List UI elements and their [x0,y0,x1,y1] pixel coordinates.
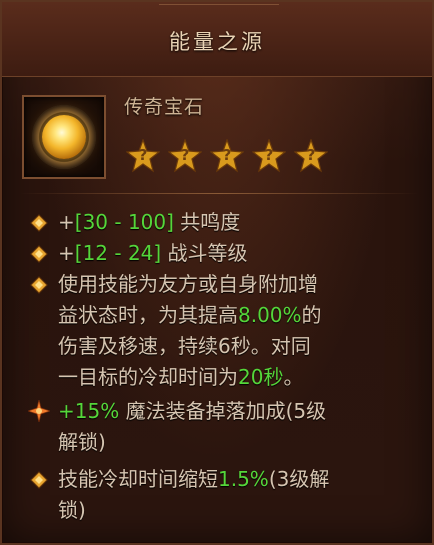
property-combat-rating: +[12 - 24] 战斗等级 [58,238,248,269]
effect-value: 20秒 [238,365,284,389]
gem-tooltip: 能量之源 传奇宝石 ? ? ? ? ? +[30 - 100] 共鸣度 +[12… [0,0,434,545]
unlock-value: +15% [58,399,120,423]
rank-star-icon: ? [251,138,287,173]
effect-line-2: 益状态时，为其提高8.00%的 [58,300,322,331]
effect-text: 。 [283,365,304,389]
unlock-magic-find-cont: 解锁) [58,430,106,454]
diamond-bullet-icon [30,276,48,294]
effect-value: 8.00% [238,303,302,327]
diamond-bullet-icon [30,471,48,489]
property-value: [30 - 100] [74,210,174,234]
item-icon-frame [22,95,106,179]
rank-star-icon: ? [293,138,329,173]
section-divider [20,193,418,194]
rank-star-icon: ? [209,138,245,173]
effect-line-3: 伤害及移速，持续6秒。对同 [58,334,311,358]
rank-star-icon: ? [125,138,161,173]
property-label: 共鸣度 [173,210,241,234]
unlock-text: (3级解 [268,467,330,491]
rank-star-icon: ? [167,138,203,173]
effect-text: 的 [301,303,322,327]
gem-glow [42,115,86,159]
header-ornament [159,4,279,15]
unlock-text: 魔法装备掉落加成(5级 [119,399,327,423]
property-prefix: + [58,241,75,265]
property-prefix: + [58,210,75,234]
item-type: 传奇宝石 [124,96,205,118]
unlock-value: 1.5% [218,467,269,491]
effect-line-4: 一目标的冷却时间为20秒。 [58,362,303,393]
effect-line-1: 使用技能为友方或自身附加增 [58,272,318,296]
item-title: 能量之源 [169,30,265,54]
diamond-bullet-icon [30,245,48,263]
unlock-cooldown-cont: 锁) [58,498,86,522]
property-label: 战斗等级 [161,241,248,265]
effect-text: 益状态时，为其提高 [58,303,238,327]
property-resonance: +[30 - 100] 共鸣度 [58,207,240,238]
unlock-text: 技能冷却时间缩短 [58,467,218,491]
property-value: [12 - 24] [74,241,162,265]
unlock-magic-find: +15% 魔法装备掉落加成(5级 [58,396,326,427]
starburst-bullet-icon [26,399,52,423]
unlock-cooldown: 技能冷却时间缩短1.5%(3级解 [58,464,329,495]
diamond-bullet-icon [30,214,48,232]
effect-text: 一目标的冷却时间为 [58,365,238,389]
tooltip-header: 能量之源 [2,2,432,77]
